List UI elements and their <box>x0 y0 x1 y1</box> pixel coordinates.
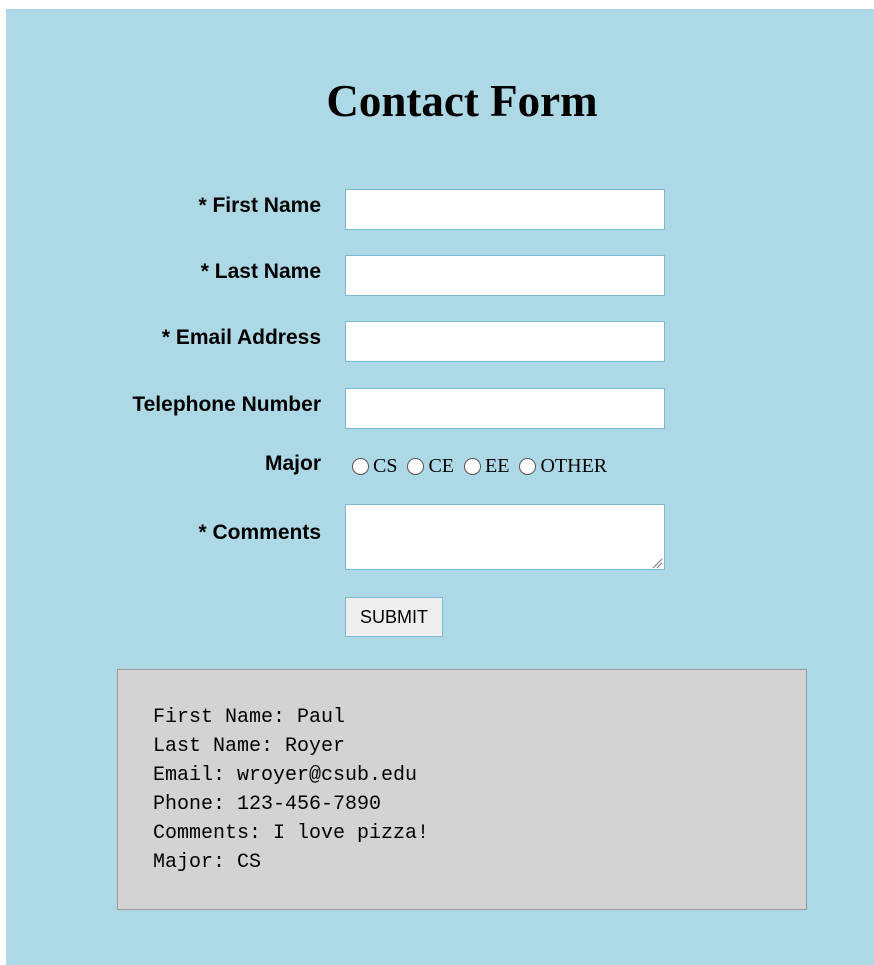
major-option-label: OTHER <box>540 454 608 477</box>
output-box: First Name: Paul Last Name: Royer Email:… <box>117 669 807 910</box>
output-line: Last Name: Royer <box>153 735 346 758</box>
major-option-label: CE <box>428 454 455 477</box>
page-title: Contact Form <box>326 76 598 126</box>
major-option-cs[interactable]: CS <box>352 455 397 478</box>
output-line: Phone: 123-456-7890 <box>153 793 382 816</box>
comments-textarea[interactable] <box>345 504 665 570</box>
major-label: Major <box>264 452 321 475</box>
comments-label: * Comments <box>198 521 321 544</box>
output-line: Major: CS <box>153 851 262 874</box>
email-label: * Email Address <box>161 326 321 349</box>
major-radio-ce[interactable] <box>407 457 425 475</box>
first-name-label: * First Name <box>198 194 321 217</box>
output-line: Email: wroyer@csub.edu <box>153 764 418 787</box>
major-radio-ee[interactable] <box>464 457 482 475</box>
major-radio-group: CS CE EE OTHER <box>352 451 617 481</box>
output-line: Comments: I love pizza! <box>153 822 430 845</box>
major-option-other[interactable]: OTHER <box>519 455 607 478</box>
major-radio-cs[interactable] <box>352 457 369 475</box>
last-name-field[interactable] <box>345 255 665 296</box>
email-field[interactable] <box>345 321 665 362</box>
last-name-label: * Last Name <box>200 260 321 283</box>
first-name-field[interactable] <box>345 189 665 230</box>
major-option-ee[interactable]: EE <box>464 455 509 478</box>
major-option-label: CS <box>373 454 398 477</box>
major-radio-other[interactable] <box>519 457 537 475</box>
major-option-label: EE <box>485 454 510 477</box>
output-line: First Name: Paul <box>153 706 346 729</box>
telephone-field[interactable] <box>345 388 665 429</box>
telephone-label: Telephone Number <box>132 393 321 416</box>
submit-button[interactable]: SUBMIT <box>345 597 443 637</box>
major-option-ce[interactable]: CE <box>407 455 454 478</box>
